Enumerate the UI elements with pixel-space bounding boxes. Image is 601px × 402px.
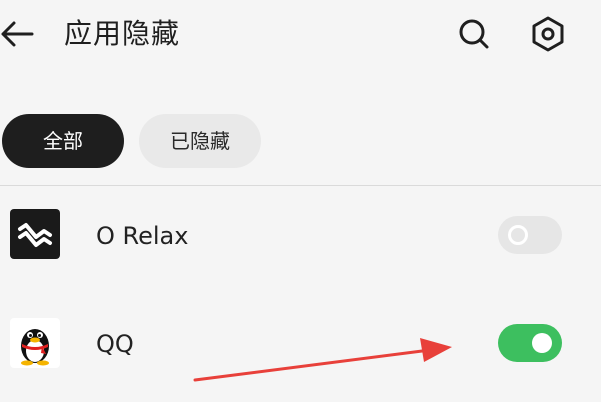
search-icon[interactable] (454, 14, 494, 54)
toggle-knob (508, 225, 528, 245)
gear-icon[interactable] (528, 14, 568, 54)
filter-chip-all[interactable]: 全部 (2, 114, 124, 168)
o-relax-app-icon (10, 209, 60, 259)
hide-toggle-o-relax[interactable] (498, 216, 562, 254)
filter-chip-hidden[interactable]: 已隐藏 (139, 114, 261, 168)
app-name: QQ (96, 330, 134, 358)
app-name: O Relax (96, 222, 189, 250)
toggle-knob (532, 333, 552, 353)
divider (0, 185, 601, 186)
hide-toggle-qq[interactable] (498, 324, 562, 362)
app-row-o-relax: O Relax (0, 192, 601, 282)
app-row-qq: QQ (0, 300, 601, 390)
back-arrow-icon[interactable] (0, 18, 40, 50)
page-title: 应用隐藏 (64, 17, 181, 50)
qq-penguin-app-icon (10, 318, 60, 368)
app-hide-screen: 应用隐藏 全部 已隐藏 O Relax QQ (0, 0, 601, 402)
